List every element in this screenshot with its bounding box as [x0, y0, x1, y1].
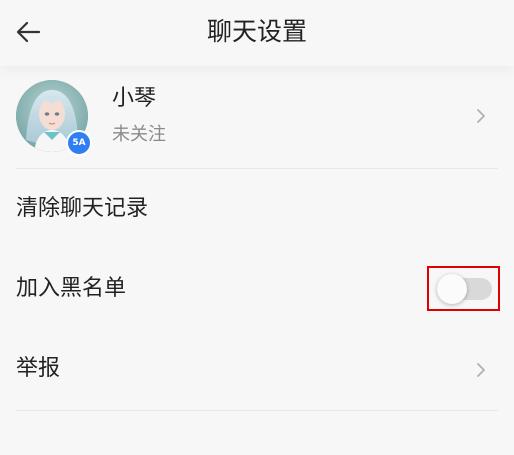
divider — [16, 168, 498, 169]
chevron-right-icon — [477, 363, 485, 377]
report-label: 举报 — [16, 356, 61, 381]
blacklist-toggle[interactable] — [437, 274, 492, 304]
clear-chat-history-label: 清除聊天记录 — [16, 196, 149, 221]
blacklist-label: 加入黑名单 — [16, 276, 127, 301]
toggle-knob[interactable] — [437, 274, 467, 304]
top-bar: 聊天设置 — [0, 0, 514, 66]
follow-status: 未关注 — [112, 124, 166, 145]
profile-name: 小琴 — [112, 86, 157, 111]
profile-row[interactable]: 5A 小琴 未关注 — [0, 66, 514, 168]
divider — [16, 410, 498, 411]
verified-badge-icon: 5A — [66, 130, 92, 156]
page-title: 聊天设置 — [206, 17, 307, 46]
report-row[interactable]: 举报 — [0, 330, 514, 410]
clear-chat-history-row[interactable]: 清除聊天记录 — [0, 170, 514, 250]
chevron-right-icon — [477, 109, 485, 123]
